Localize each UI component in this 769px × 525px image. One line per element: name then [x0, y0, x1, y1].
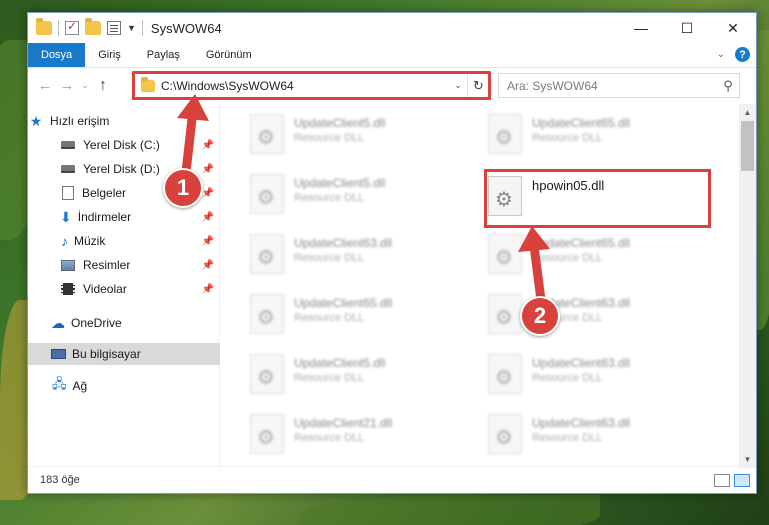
arrow-2-head	[518, 226, 550, 252]
arrow-2-shaft	[529, 245, 546, 301]
step-1-badge: 1	[163, 168, 203, 208]
arrow-1-head	[177, 94, 209, 121]
annotation-arrows	[177, 94, 550, 301]
step-2-badge: 2	[520, 296, 560, 336]
